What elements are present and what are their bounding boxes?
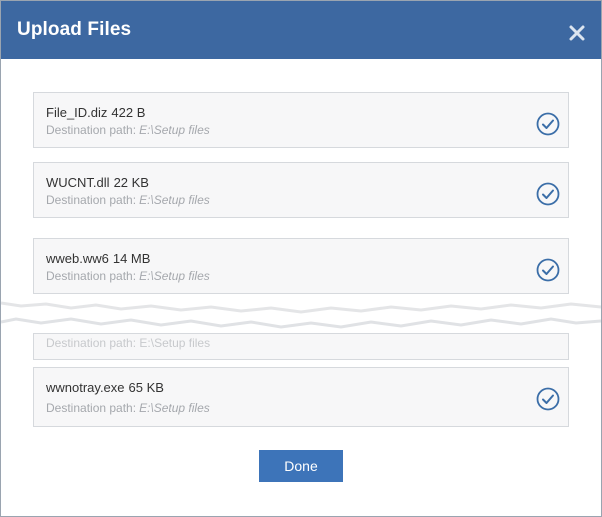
destination-label: Destination path: [46, 401, 137, 415]
destination-label: Destination path: [46, 193, 137, 207]
destination-path: E:\Setup files [139, 123, 210, 137]
file-row: File_ID.diz 422 B Destination path: E:\Set… [33, 92, 569, 148]
done-button[interactable]: Done [259, 450, 343, 482]
destination-path: E:\Setup files [139, 193, 210, 207]
destination-label: Destination path: [46, 269, 137, 283]
file-size: 65 KB [128, 380, 164, 395]
close-icon[interactable] [567, 23, 587, 43]
file-row: WUCNT.dll 22 KB Destination path: E:\Setup… [33, 162, 569, 218]
file-name: wwnotray.exe [46, 380, 125, 395]
check-circle-icon [536, 387, 560, 411]
check-circle-icon [536, 112, 560, 136]
destination-path: E:\Setup files [139, 269, 210, 283]
file-name: wweb.ww6 [46, 251, 109, 266]
file-size: 22 KB [113, 175, 149, 190]
upload-files-dialog: Upload Files File_ID.diz 422 B Destinatio… [0, 0, 602, 517]
file-size: 422 B [111, 105, 146, 120]
file-row: wwnotray.exe 65 KB Destination path: E:\Se… [33, 367, 569, 427]
dialog-title: Upload Files [17, 19, 132, 40]
torn-edge-divider [1, 301, 601, 329]
dialog-header: Upload Files [1, 1, 601, 59]
check-circle-icon [536, 258, 560, 282]
destination-path: E:\Setup files [139, 401, 210, 415]
destination-label: Destination path: [46, 123, 137, 137]
file-row: wweb.ww6 14 MB Destination path: E:\Setup … [33, 238, 569, 294]
file-size: 14 MB [112, 251, 151, 266]
file-name: File_ID.diz [46, 105, 108, 120]
check-circle-icon [536, 182, 560, 206]
file-name: WUCNT.dll [46, 175, 110, 190]
